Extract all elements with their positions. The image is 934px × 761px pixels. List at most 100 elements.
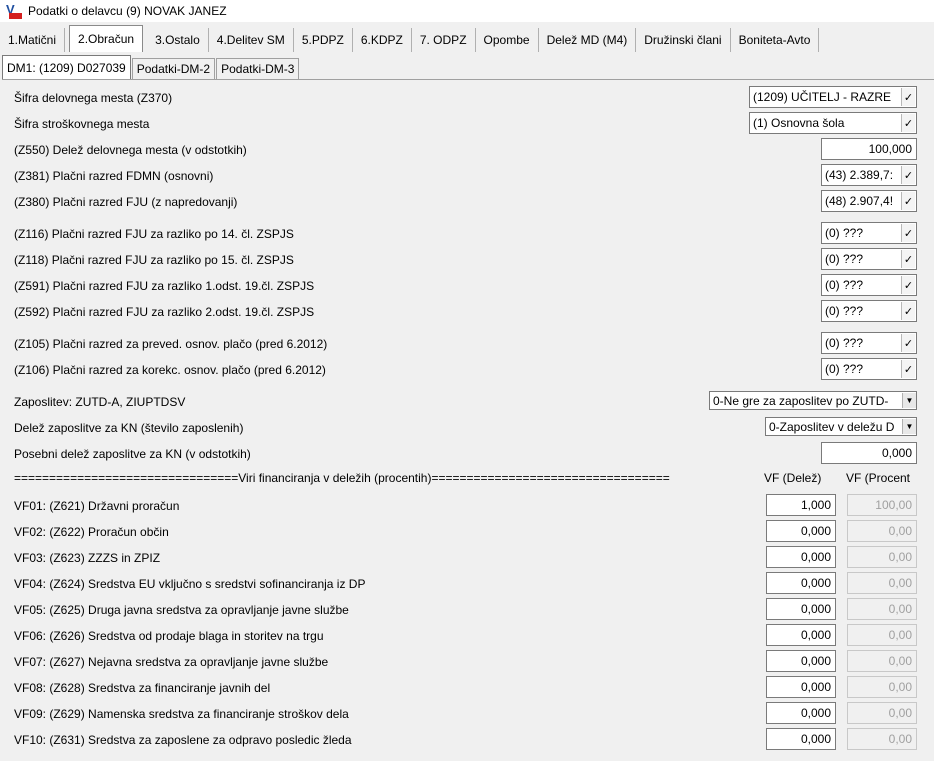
vf-delez-input[interactable]: 0,000 — [766, 546, 836, 568]
vf-row-label: VF01: (Z621) Državni proračun — [14, 499, 180, 513]
delez-kn-dropdown[interactable]: 0-Zaposlitev v deležu D ▼ — [765, 417, 917, 436]
z116-value: (0) ??? — [825, 226, 864, 240]
vf-row-label: VF02: (Z622) Proračun občin — [14, 525, 169, 539]
vf-procent-value: 0,00 — [847, 520, 917, 542]
z592-value: (0) ??? — [825, 304, 864, 318]
tab-delitev-sm[interactable]: 4.Delitev SM — [209, 28, 294, 52]
checkmark-icon[interactable]: ✓ — [901, 88, 915, 106]
checkmark-icon[interactable]: ✓ — [901, 334, 915, 352]
sub-tab-bar: DM1: (1209) D027039 Podatki-DM-2 Podatki… — [2, 55, 300, 79]
checkmark-icon[interactable]: ✓ — [901, 276, 915, 294]
delez-kn-label: Delež zaposlitve za KN (število zaposlen… — [14, 421, 244, 435]
posebni-kn-input[interactable]: 0,000 — [821, 442, 917, 464]
zaposlitev-label: Zaposlitev: ZUTD-A, ZIUPTDSV — [14, 395, 186, 409]
tab-ostalo[interactable]: 3.Ostalo — [147, 28, 209, 52]
vf-delez-input[interactable]: 0,000 — [766, 702, 836, 724]
vf-procent-value: 0,00 — [847, 650, 917, 672]
tab-opombe[interactable]: Opombe — [476, 28, 539, 52]
z381-label: (Z381) Plačni razred FDMN (osnovni) — [14, 169, 214, 183]
vf-procent-value: 0,00 — [847, 676, 917, 698]
vf-row-label: VF09: (Z629) Namenska sredstva za financ… — [14, 707, 349, 721]
vf-delez-input[interactable]: 0,000 — [766, 676, 836, 698]
checkmark-icon[interactable]: ✓ — [901, 302, 915, 320]
tab-pdpz[interactable]: 5.PDPZ — [294, 28, 353, 52]
chevron-down-icon[interactable]: ▼ — [902, 393, 916, 408]
tab-odpz[interactable]: 7. ODPZ — [412, 28, 476, 52]
app-logo-icon: V — [6, 3, 22, 19]
vf-row-label: VF07: (Z627) Nejavna sredstva za opravlj… — [14, 655, 329, 669]
tab-maticni[interactable]: 1.Matični — [0, 28, 66, 52]
z380-combo[interactable]: (48) 2.907,4! ✓ — [821, 190, 917, 212]
vf-procent-value: 100,00 — [847, 494, 917, 516]
z381-combo[interactable]: (43) 2.389,7: ✓ — [821, 164, 917, 186]
checkmark-icon[interactable]: ✓ — [901, 360, 915, 378]
checkmark-icon[interactable]: ✓ — [901, 192, 915, 210]
z592-label: (Z592) Plačni razred FJU za razliko 2.od… — [14, 305, 315, 319]
delez-kn-value: 0-Zaposlitev v deležu D — [769, 419, 895, 434]
form-panel: Šifra delovnega mesta (Z370) (1209) UČIT… — [2, 79, 934, 761]
tab-dm1[interactable]: DM1: (1209) D027039 — [2, 55, 131, 79]
window-title: Podatki o delavcu (9) NOVAK JANEZ — [28, 4, 227, 18]
vf-separator: ================================Viri fin… — [14, 471, 670, 485]
z105-label: (Z105) Plačni razred za preved. osnov. p… — [14, 337, 328, 351]
vf-procent-value: 0,00 — [847, 572, 917, 594]
tab-obracun[interactable]: 2.Obračun — [69, 25, 144, 52]
vf-delez-header: VF (Delež) — [764, 471, 822, 485]
tab-delez-md[interactable]: Delež MD (M4) — [539, 28, 637, 52]
checkmark-icon[interactable]: ✓ — [901, 166, 915, 184]
z550-input[interactable]: 100,000 — [821, 138, 917, 160]
main-tab-bar: 1.Matični 2.Obračun 3.Ostalo 4.Delitev S… — [0, 24, 934, 52]
z380-value: (48) 2.907,4! — [825, 194, 894, 208]
tab-boniteta-avto[interactable]: Boniteta-Avto — [731, 28, 820, 52]
z106-combo[interactable]: (0) ??? ✓ — [821, 358, 917, 380]
vf-delez-input[interactable]: 1,000 — [766, 494, 836, 516]
z591-combo[interactable]: (0) ??? ✓ — [821, 274, 917, 296]
z118-label: (Z118) Plačni razred FJU za razliko po 1… — [14, 253, 294, 267]
vf-delez-input[interactable]: 0,000 — [766, 728, 836, 750]
vf-delez-input[interactable]: 0,000 — [766, 520, 836, 542]
z106-value: (0) ??? — [825, 362, 864, 376]
z370-label: Šifra delovnega mesta (Z370) — [14, 91, 173, 105]
zaposlitev-value: 0-Ne gre za zaposlitev po ZUTD- — [713, 393, 889, 408]
posebni-kn-label: Posebni delež zaposlitve za KN (v odstot… — [14, 447, 251, 461]
z106-label: (Z106) Plačni razred za korekc. osnov. p… — [14, 363, 326, 377]
z116-label: (Z116) Plačni razred FJU za razliko po 1… — [14, 227, 294, 241]
title-bar: V Podatki o delavcu (9) NOVAK JANEZ — [0, 0, 934, 22]
z118-value: (0) ??? — [825, 252, 864, 266]
stroskovno-combo[interactable]: (1) Osnovna šola ✓ — [749, 112, 917, 134]
checkmark-icon[interactable]: ✓ — [901, 114, 915, 132]
z116-combo[interactable]: (0) ??? ✓ — [821, 222, 917, 244]
z550-label: (Z550) Delež delovnega mesta (v odstotki… — [14, 143, 247, 157]
stroskovno-label: Šifra stroškovnega mesta — [14, 117, 150, 131]
z118-combo[interactable]: (0) ??? ✓ — [821, 248, 917, 270]
z592-combo[interactable]: (0) ??? ✓ — [821, 300, 917, 322]
chevron-down-icon[interactable]: ▼ — [902, 419, 916, 434]
vf-row-label: VF06: (Z626) Sredstva od prodaje blaga i… — [14, 629, 324, 643]
vf-procent-value: 0,00 — [847, 728, 917, 750]
z370-combo[interactable]: (1209) UČITELJ - RAZRE ✓ — [749, 86, 917, 108]
vf-procent-value: 0,00 — [847, 546, 917, 568]
tab-kdpz[interactable]: 6.KDPZ — [353, 28, 412, 52]
vf-procent-value: 0,00 — [847, 624, 917, 646]
zaposlitev-dropdown[interactable]: 0-Ne gre za zaposlitev po ZUTD- ▼ — [709, 391, 917, 410]
tab-dm2[interactable]: Podatki-DM-2 — [131, 58, 216, 79]
z380-label: (Z380) Plačni razred FJU (z napredovanji… — [14, 195, 238, 209]
vf-row-label: VF08: (Z628) Sredstva za financiranje ja… — [14, 681, 271, 695]
z370-value: (1209) UČITELJ - RAZRE — [753, 90, 892, 104]
vf-row-label: VF03: (Z623) ZZZS in ZPIZ — [14, 551, 161, 565]
checkmark-icon[interactable]: ✓ — [901, 250, 915, 268]
vf-delez-input[interactable]: 0,000 — [766, 650, 836, 672]
vf-delez-input[interactable]: 0,000 — [766, 598, 836, 620]
z105-value: (0) ??? — [825, 336, 864, 350]
vf-delez-input[interactable]: 0,000 — [766, 572, 836, 594]
z591-value: (0) ??? — [825, 278, 864, 292]
stroskovno-value: (1) Osnovna šola — [753, 116, 845, 130]
tab-druzinski-clani[interactable]: Družinski člani — [636, 28, 731, 52]
checkmark-icon[interactable]: ✓ — [901, 224, 915, 242]
vf-procent-value: 0,00 — [847, 598, 917, 620]
tab-dm3[interactable]: Podatki-DM-3 — [216, 58, 300, 79]
vf-row-label: VF04: (Z624) Sredstva EU vključno s sred… — [14, 577, 366, 591]
z591-label: (Z591) Plačni razred FJU za razliko 1.od… — [14, 279, 315, 293]
z105-combo[interactable]: (0) ??? ✓ — [821, 332, 917, 354]
vf-delez-input[interactable]: 0,000 — [766, 624, 836, 646]
